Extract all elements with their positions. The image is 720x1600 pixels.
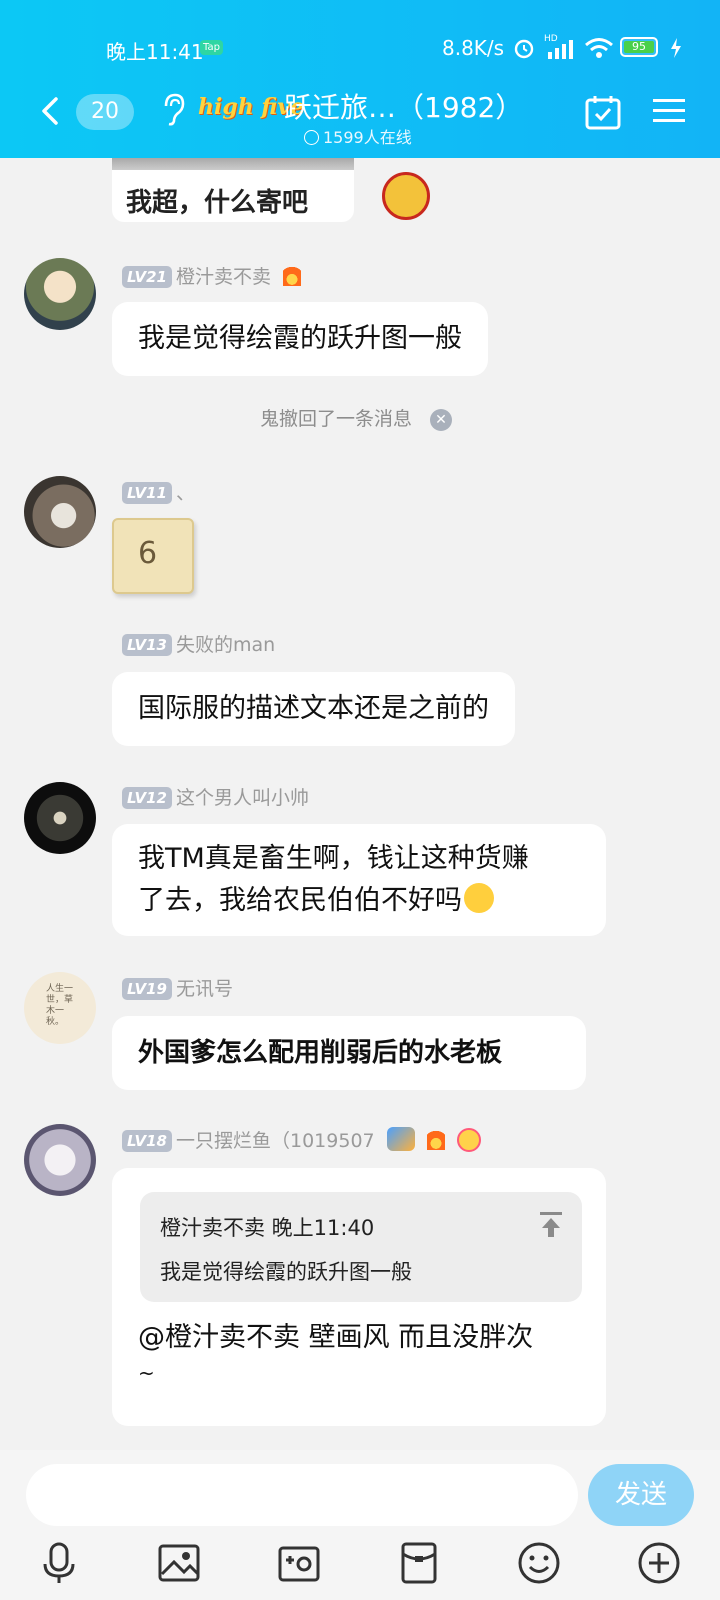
message-text: 我TM真是畜生啊，钱让这种货赚 bbox=[138, 843, 529, 874]
message-bubble[interactable]: 国际服的描述文本还是之前的 bbox=[112, 672, 515, 746]
sticker-message[interactable]: 6 bbox=[112, 518, 194, 594]
app-header: 晚上11:41 Tap 8.8K/s HD 95 20 high five 跃迁… bbox=[0, 0, 720, 158]
message-bubble[interactable]: 我是觉得绘霞的跃升图一般 bbox=[112, 302, 488, 376]
sender-meta: LV19 无讯号 bbox=[122, 974, 233, 1000]
image-caption: 我超，什么寄吧 bbox=[126, 188, 309, 218]
message-text-line2: 了去，我给农民伯伯不好吗 bbox=[138, 880, 580, 922]
sender-meta: LV18 一只摆烂鱼（1019507 bbox=[122, 1126, 481, 1152]
ear-icon[interactable] bbox=[160, 92, 186, 126]
close-icon[interactable]: ✕ bbox=[430, 409, 453, 431]
sender-meta: LV11、 bbox=[122, 478, 195, 504]
avatar[interactable]: 人生一世，草木一秋。 bbox=[24, 972, 96, 1044]
quoted-message[interactable]: 橙汁卖不卖 晚上11:40 我是觉得绘霞的跃升图一般 bbox=[140, 1192, 582, 1302]
red-packet-icon[interactable] bbox=[396, 1540, 442, 1586]
alarm-icon bbox=[514, 39, 534, 59]
dragon-badge-icon bbox=[386, 1127, 415, 1151]
level-badge: LV21 bbox=[122, 266, 172, 288]
nav-bar: 20 high five 跃迁旅…（1982） 1599人在线 bbox=[0, 82, 720, 152]
calendar-check-icon[interactable] bbox=[584, 94, 622, 130]
charging-icon bbox=[671, 38, 681, 58]
sticker-text: 6 bbox=[138, 536, 158, 571]
message-text: @橙汁卖不卖 壁画风 而且没胖次 bbox=[138, 1322, 534, 1353]
network-speed: 8.8K/s bbox=[442, 36, 505, 60]
send-button[interactable]: 发送 bbox=[588, 1464, 694, 1526]
sender-name[interactable]: 、 bbox=[176, 482, 195, 504]
camera-icon[interactable] bbox=[276, 1540, 322, 1586]
back-icon[interactable] bbox=[36, 96, 66, 126]
avatar-text: 人生一世，草木一秋。 bbox=[46, 984, 74, 1027]
signal-icon bbox=[548, 40, 573, 59]
message-bubble[interactable]: 我TM真是畜生啊，钱让这种货赚 了去，我给农民伯伯不好吗 bbox=[112, 824, 606, 936]
level-badge: LV11 bbox=[122, 482, 172, 504]
unread-badge[interactable]: 20 bbox=[76, 94, 134, 130]
sender-meta: LV12 这个男人叫小帅 bbox=[122, 783, 309, 809]
avatar[interactable] bbox=[24, 476, 96, 548]
level-badge: LV18 bbox=[122, 1130, 172, 1152]
online-count: 1599人在线 bbox=[304, 124, 412, 148]
clock: 晚上11:41 bbox=[106, 40, 204, 64]
fire-icon bbox=[283, 264, 302, 286]
mic-icon[interactable] bbox=[36, 1540, 82, 1586]
reply-text: @橙汁卖不卖 壁画风 而且没胖次 ~ bbox=[138, 1316, 533, 1386]
emoji-icon[interactable] bbox=[516, 1540, 562, 1586]
image-icon[interactable] bbox=[156, 1540, 202, 1586]
status-bar: 晚上11:41 Tap 8.8K/s HD 95 bbox=[0, 34, 720, 64]
sender-name[interactable]: 失败的man bbox=[176, 634, 275, 656]
sender-name[interactable]: 无讯号 bbox=[176, 978, 233, 1000]
message-bubble[interactable]: 外国爹怎么配用削弱后的水老板 bbox=[112, 1016, 586, 1090]
crying-emoji-icon bbox=[464, 883, 494, 913]
online-icon bbox=[304, 130, 319, 145]
level-badge: LV12 bbox=[122, 787, 172, 809]
group-title[interactable]: 跃迁旅…（1982） bbox=[284, 86, 523, 126]
avatar[interactable] bbox=[24, 258, 96, 330]
recall-notice: 鬼撤回了一条消息 ✕ bbox=[260, 404, 453, 431]
quote-text: 我是觉得绘霞的跃升图一般 bbox=[160, 1260, 412, 1284]
sender-meta: LV13 失败的man bbox=[122, 630, 275, 656]
wifi-icon bbox=[585, 38, 613, 58]
sender-name[interactable]: 橙汁卖不卖 bbox=[176, 266, 271, 288]
battery-level: 95 bbox=[624, 41, 654, 53]
recall-notice-text: 鬼撤回了一条消息 bbox=[260, 408, 413, 430]
message-text: 了去，我给农民伯伯不好吗 bbox=[138, 885, 462, 916]
battery-icon: 95 bbox=[620, 37, 658, 57]
sender-name[interactable]: 这个男人叫小帅 bbox=[176, 787, 309, 809]
jump-to-top-icon[interactable] bbox=[538, 1210, 564, 1238]
online-count-text: 1599人在线 bbox=[323, 128, 412, 147]
avatar[interactable] bbox=[24, 782, 96, 854]
message-text: 我是觉得绘霞的跃升图一般 bbox=[138, 323, 462, 354]
message-input[interactable] bbox=[26, 1464, 578, 1526]
sender-meta: LV21 橙汁卖不卖 bbox=[122, 262, 302, 288]
chat-area: 我超，什么寄吧 LV21 橙汁卖不卖 我是觉得绘霞的跃升图一般 鬼撤回了一条消息 ✕… bbox=[0, 0, 720, 1450]
reaction-sticker-icon[interactable] bbox=[382, 172, 430, 220]
smile-badge-icon bbox=[456, 1128, 481, 1152]
level-badge: LV13 bbox=[122, 634, 172, 656]
quote-header: 橙汁卖不卖 晚上11:40 bbox=[160, 1216, 375, 1240]
composer-bar: 发送 bbox=[0, 1450, 720, 1600]
level-badge: LV19 bbox=[122, 978, 172, 1000]
message-text: ~ bbox=[138, 1361, 155, 1385]
message-text: 国际服的描述文本还是之前的 bbox=[138, 693, 489, 724]
plus-icon[interactable] bbox=[636, 1540, 682, 1586]
sender-name[interactable]: 一只摆烂鱼（1019507 bbox=[176, 1130, 375, 1152]
message-text: 外国爹怎么配用削弱后的水老板 bbox=[138, 1038, 503, 1068]
fire-icon bbox=[426, 1128, 445, 1150]
menu-icon[interactable] bbox=[652, 96, 686, 126]
avatar[interactable] bbox=[24, 1124, 96, 1196]
tap-icon: Tap bbox=[200, 40, 223, 55]
